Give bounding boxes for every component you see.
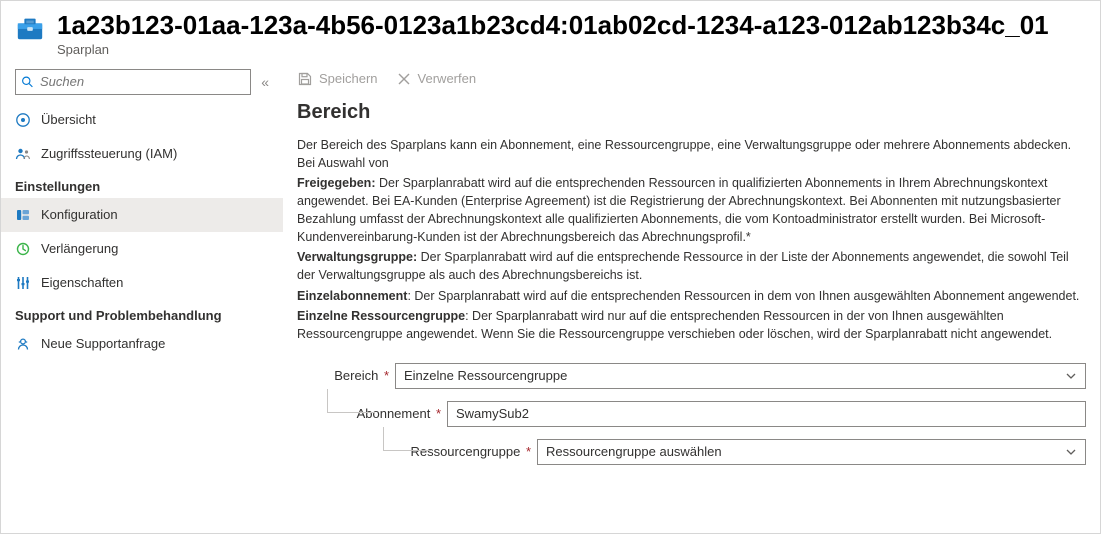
form-row-scope: Bereich * Einzelne Ressourcengruppe <box>297 357 1086 395</box>
command-bar: Speichern Verwerfen <box>297 67 1086 101</box>
nav-item-overview[interactable]: Übersicht <box>1 103 283 137</box>
scope-field-label: Bereich <box>334 368 378 383</box>
support-icon <box>15 336 31 352</box>
nav-item-label: Konfiguration <box>41 207 118 222</box>
nav-item-label: Verlängerung <box>41 241 118 256</box>
renewal-icon <box>15 241 31 257</box>
nav-item-access-control[interactable]: Zugriffssteuerung (IAM) <box>1 137 283 171</box>
search-icon <box>21 75 34 88</box>
main-content: Speichern Verwerfen Bereich Der Bereich … <box>283 63 1100 533</box>
page-title: 1a23b123-01aa-123a-4b56-0123a1b23cd4:01a… <box>57 11 1086 40</box>
nav-item-label: Eigenschaften <box>41 275 123 290</box>
nav-item-renewal[interactable]: Verlängerung <box>1 232 283 266</box>
rg-select[interactable]: Ressourcengruppe auswählen <box>537 439 1086 465</box>
section-title: Bereich <box>297 101 1086 124</box>
save-label: Speichern <box>319 71 378 86</box>
nav-item-properties[interactable]: Eigenschaften <box>1 266 283 300</box>
form-row-resourcegroup: Ressourcengruppe * Ressourcengruppe ausw… <box>297 433 1086 471</box>
blade-header: 1a23b123-01aa-123a-4b56-0123a1b23cd4:01a… <box>1 1 1100 63</box>
scope-form: Bereich * Einzelne Ressourcengruppe Abon… <box>297 357 1086 471</box>
chevron-down-icon <box>1065 370 1077 382</box>
search-input[interactable] <box>15 69 251 95</box>
nav-item-configuration[interactable]: Konfiguration <box>1 198 283 232</box>
sidebar-search[interactable] <box>15 69 251 95</box>
scope-select-value: Einzelne Ressourcengruppe <box>404 368 567 383</box>
overview-icon <box>15 112 31 128</box>
configuration-icon <box>15 207 31 223</box>
discard-label: Verwerfen <box>418 71 477 86</box>
nav-item-label: Neue Supportanfrage <box>41 336 165 351</box>
access-control-icon <box>15 146 31 162</box>
nav-group-settings: Einstellungen <box>1 171 283 198</box>
savings-plan-icon <box>15 13 45 43</box>
nav-item-label: Zugriffssteuerung (IAM) <box>41 146 177 161</box>
save-button[interactable]: Speichern <box>297 71 378 87</box>
discard-icon <box>396 71 412 87</box>
page-subtitle: Sparplan <box>57 42 1086 57</box>
required-marker: * <box>436 406 441 421</box>
tree-connector <box>327 389 375 413</box>
subscription-input-value: SwamySub2 <box>456 406 529 421</box>
nav-item-label: Übersicht <box>41 112 96 127</box>
subscription-input[interactable]: SwamySub2 <box>447 401 1086 427</box>
save-icon <box>297 71 313 87</box>
required-marker: * <box>526 444 531 459</box>
properties-icon <box>15 275 31 291</box>
collapse-sidebar-button[interactable]: « <box>257 74 273 90</box>
required-marker: * <box>384 368 389 383</box>
tree-connector <box>383 427 431 451</box>
discard-button[interactable]: Verwerfen <box>396 71 477 87</box>
sidebar: « Übersicht Zugriffssteuerung (IAM) Eins… <box>1 63 283 533</box>
rg-select-value: Ressourcengruppe auswählen <box>546 444 722 459</box>
scope-description: Der Bereich des Sparplans kann ein Abonn… <box>297 136 1086 345</box>
nav-item-new-support[interactable]: Neue Supportanfrage <box>1 327 283 361</box>
chevron-down-icon <box>1065 446 1077 458</box>
scope-select[interactable]: Einzelne Ressourcengruppe <box>395 363 1086 389</box>
nav-group-support: Support und Problembehandlung <box>1 300 283 327</box>
